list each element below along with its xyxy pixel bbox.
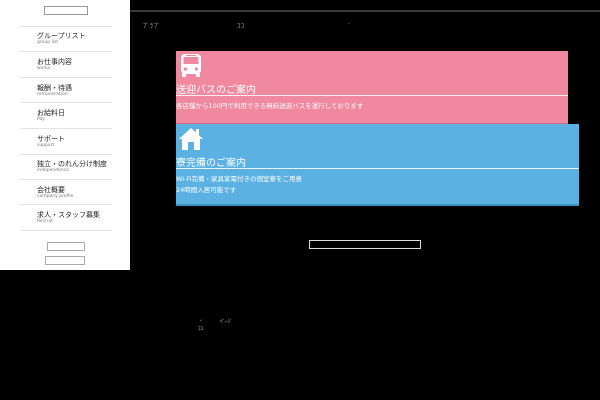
sidebar-item-sublabel: support <box>37 143 55 148</box>
sidebar-item-sublabel: remuneration <box>37 92 68 97</box>
sidebar-item-sublabel: independence <box>37 168 69 173</box>
more-button[interactable] <box>309 240 421 249</box>
sidebar: グループリスト group list お仕事内容 works 報酬・待遇 rem… <box>0 0 130 270</box>
bus-icon <box>181 54 201 77</box>
sidebar-divider <box>20 179 112 180</box>
pager-label: ﾍﾟｰｼﾞ <box>220 319 233 325</box>
sidebar-item-sublabel: group list <box>37 40 59 45</box>
sidebar-button[interactable] <box>45 256 85 265</box>
sidebar-divider <box>20 26 112 27</box>
sidebar-divider <box>20 102 112 103</box>
card-text: Wi-Fi完備・家具家電付きの個室寮をご用意 <box>176 175 303 183</box>
card-divider <box>176 95 568 96</box>
header-divider <box>130 10 600 12</box>
sidebar-divider <box>20 230 112 231</box>
sidebar-button[interactable] <box>47 242 85 251</box>
pager-prev[interactable]: ‹ <box>200 318 202 324</box>
sidebar-item-remuneration[interactable]: 報酬・待遇 remuneration <box>20 83 112 107</box>
sidebar-top-button[interactable] <box>44 6 88 15</box>
sidebar-divider <box>20 128 112 129</box>
dormitory-info-card[interactable]: 寮完備のご案内 Wi-Fi完備・家具家電付きの個室寮をご用意 24時間入居可能で… <box>176 124 579 206</box>
card-divider <box>176 168 579 169</box>
header-nav-link[interactable]: ｺｺ <box>237 21 245 30</box>
card-text: 24時間入居可能です <box>176 186 237 194</box>
sidebar-divider <box>20 204 112 205</box>
card-title: 送迎バスのご案内 <box>176 85 256 96</box>
card-title: 寮完備のご案内 <box>176 158 246 169</box>
sidebar-item-sublabel: works <box>37 66 51 71</box>
bus-info-card[interactable]: 送迎バスのご案内 各店舗から100円で利用できる無料送迎バスを運行しております <box>176 51 568 125</box>
sidebar-item-sublabel: Recruit <box>37 219 53 224</box>
house-icon <box>179 128 203 150</box>
sidebar-item-sublabel: company profile <box>37 194 74 199</box>
card-text: 各店舗から100円で利用できる無料送迎バスを運行しております <box>176 102 364 110</box>
pager-number[interactable]: ｺｺ <box>198 325 203 332</box>
sidebar-divider <box>20 77 112 78</box>
sidebar-divider <box>20 154 112 155</box>
sidebar-divider <box>20 51 112 52</box>
header-nav-link[interactable]: ﾌﾟﾗﾌﾞ <box>143 21 161 30</box>
sidebar-item-sublabel: Pay <box>37 117 45 122</box>
sidebar-item-company-profile[interactable]: 会社概要 company profile <box>20 185 112 209</box>
header-dot: · <box>348 21 351 28</box>
